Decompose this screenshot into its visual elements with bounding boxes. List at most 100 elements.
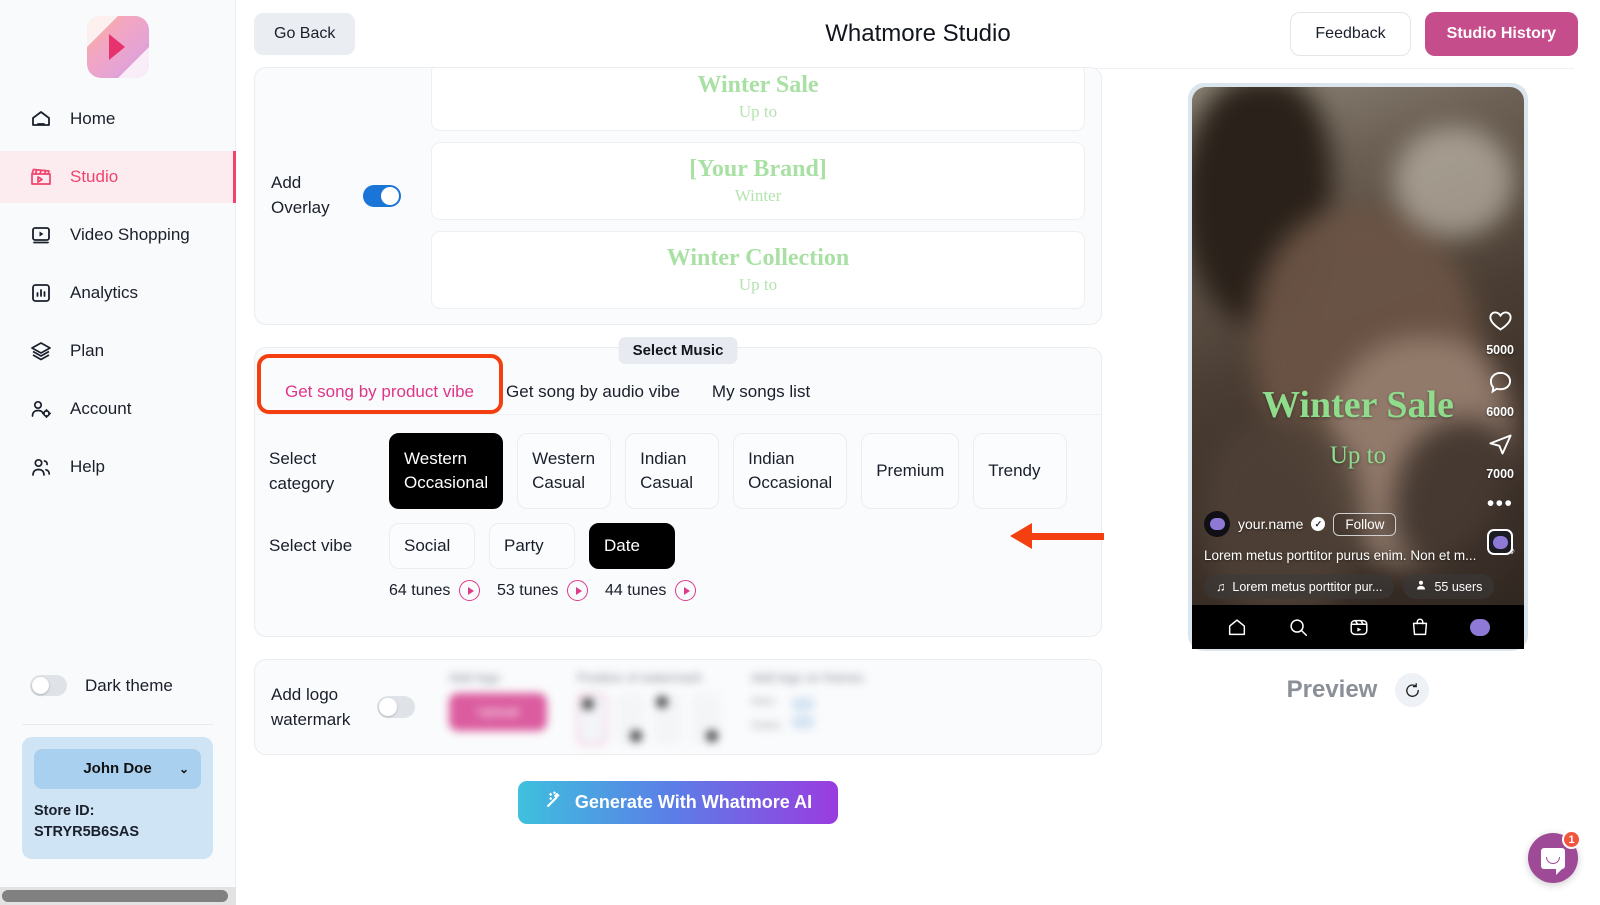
category-chip-western-casual[interactable]: Western Casual [517, 433, 612, 509]
sidebar-item-help[interactable]: Help [0, 441, 235, 493]
music-pill[interactable]: ♫ Lorem metus porttitor pur... [1204, 574, 1395, 599]
preview-action-rail: 5000 6000 7000 ••• ♪ [1486, 307, 1515, 557]
chat-bubble-icon [1541, 847, 1565, 875]
store-id-value: STRYR5B6SAS [34, 823, 140, 840]
intercom-chat-button[interactable]: 1 [1528, 830, 1581, 883]
frames-toggle[interactable] [791, 714, 816, 729]
add-logo-on-frames-caption: Add logo on frames [751, 669, 864, 685]
category-chip-indian-occasional[interactable]: Indian Occasional [733, 433, 848, 509]
tab-get-song-by-product-vibe[interactable]: Get song by product vibe [269, 370, 490, 414]
share-count: 7000 [1486, 467, 1514, 481]
overlay-option-title: [Your Brand] [689, 156, 827, 182]
position-option[interactable] [577, 692, 607, 745]
topbar-actions: Feedback Studio History [1290, 12, 1578, 56]
shop-bag-icon[interactable] [1409, 616, 1431, 638]
position-option[interactable] [615, 692, 645, 745]
add-logo-watermark-toggle[interactable] [377, 696, 415, 718]
overlay-option-title: Winter Collection [666, 245, 850, 271]
frames-toggles: Intro Outro [751, 693, 864, 733]
overlay-option-sub: Up to [738, 102, 778, 121]
like-count: 5000 [1486, 343, 1514, 357]
scrollbar-thumb[interactable] [2, 890, 228, 902]
preview-username: your.name [1238, 516, 1304, 532]
generate-button-label: Generate With Whatmore AI [574, 792, 813, 812]
category-chip-premium[interactable]: Premium [861, 433, 960, 509]
select-music-section: Select Music Get song by product vibe Ge… [254, 337, 1104, 637]
category-chip-western-occasional[interactable]: Western Occasional [389, 433, 504, 509]
position-option[interactable] [653, 692, 683, 745]
generate-button-row: Generate With Whatmore AI [254, 781, 1102, 824]
play-icon[interactable] [675, 580, 697, 601]
video-play-icon [28, 222, 54, 248]
users-pill[interactable]: 55 users [1403, 574, 1495, 599]
sidebar-item-home[interactable]: Home [0, 93, 235, 145]
content-area: Add Overlay Winter Sale Up to [Your Bran… [236, 67, 1600, 905]
position-of-watermark-caption: Position of watermark [577, 669, 702, 685]
tab-my-songs-list[interactable]: My songs list [696, 370, 826, 414]
overlay-option-sub: Winter [734, 186, 782, 205]
add-overlay-section: Add Overlay Winter Sale Up to [Your Bran… [254, 67, 1102, 325]
add-logo-watermark-label: Add logo watermark [271, 684, 351, 730]
person-icon [1415, 579, 1427, 594]
studio-history-button[interactable]: Studio History [1424, 12, 1578, 56]
profile-icon[interactable] [1470, 618, 1491, 636]
settings-column: Add Overlay Winter Sale Up to [Your Bran… [236, 67, 1116, 905]
watermark-options-disabled: Add logo Upload Position of watermark Ad… [449, 670, 1085, 745]
sidebar-item-label: Studio [70, 167, 119, 186]
refresh-icon[interactable] [1395, 673, 1430, 707]
more-dots-icon[interactable]: ••• [1487, 493, 1514, 514]
dark-theme-label: Dark theme [85, 675, 173, 695]
overlay-option[interactable]: [Your Brand] Winter [431, 142, 1085, 220]
home-icon[interactable] [1226, 616, 1248, 638]
overlay-option[interactable]: Winter Sale Up to [431, 68, 1085, 131]
generate-with-whatmore-ai-button[interactable]: Generate With Whatmore AI [517, 781, 839, 824]
sidebar-item-account[interactable]: Account [0, 383, 235, 435]
tunes-count: 64 tunes [389, 581, 451, 599]
preview-overlay-subtitle: Up to [1329, 442, 1387, 469]
category-chip-indian-casual[interactable]: Indian Casual [625, 433, 720, 509]
phone-frame: Winter Sale Up to 5000 6000 7000 ••• ♪ y… [1188, 83, 1528, 651]
preview-pills: ♫ Lorem metus porttitor pur... 55 users [1204, 574, 1495, 599]
tunes-counts-row: 64 tunes 53 tunes 44 tunes [255, 580, 1101, 601]
follow-button[interactable]: Follow [1333, 512, 1397, 536]
overlay-option[interactable]: Winter Collection Up to [431, 231, 1085, 309]
sidebar-item-label: Account [70, 399, 132, 418]
sidebar-item-analytics[interactable]: Analytics [0, 267, 235, 319]
frames-toggle[interactable] [791, 696, 816, 711]
search-icon[interactable] [1287, 616, 1309, 638]
sidebar-item-plan[interactable]: Plan [0, 325, 235, 377]
reels-icon[interactable] [1348, 616, 1370, 638]
upload-logo-button[interactable]: Upload [449, 692, 547, 731]
category-chip-trendy[interactable]: Trendy [973, 433, 1068, 509]
go-back-button[interactable]: Go Back [254, 13, 356, 55]
magic-wand-icon [544, 790, 564, 815]
sidebar-item-video-shopping[interactable]: Video Shopping [0, 209, 235, 261]
store-id-label: Store ID: [34, 802, 95, 819]
feedback-button[interactable]: Feedback [1290, 12, 1411, 56]
add-overlay-label: Add Overlay [271, 173, 330, 217]
music-tabs: Get song by product vibe Get song by aud… [255, 348, 1101, 415]
vibe-chip-party[interactable]: Party [489, 523, 575, 569]
user-select-dropdown[interactable]: John Doe ⌄ [34, 748, 201, 789]
sidebar-item-label: Analytics [70, 283, 139, 302]
bar-chart-icon [28, 280, 54, 306]
sidebar-horizontal-scrollbar[interactable] [0, 887, 236, 905]
clapperboard-icon [28, 164, 54, 190]
add-overlay-toggle[interactable] [363, 185, 401, 207]
position-option[interactable] [691, 692, 721, 745]
vibe-chip-social[interactable]: Social [389, 523, 475, 569]
tab-get-song-by-audio-vibe[interactable]: Get song by audio vibe [490, 370, 696, 414]
logo-container [0, 0, 235, 90]
add-logo-group: Add logo Upload [449, 670, 547, 745]
play-icon[interactable] [567, 580, 589, 601]
play-icon[interactable] [459, 580, 481, 601]
vibe-chip-date[interactable]: Date [589, 523, 675, 569]
comment-icon[interactable] [1487, 369, 1514, 401]
sidebar-item-studio[interactable]: Studio [0, 151, 236, 203]
tunes-count: 44 tunes [605, 581, 667, 599]
share-icon[interactable] [1487, 431, 1514, 463]
pointer-arrow-annotation [1010, 523, 1104, 549]
dark-theme-toggle[interactable] [30, 675, 67, 697]
heart-icon[interactable] [1487, 307, 1514, 339]
verified-badge-icon: ✓ [1311, 517, 1326, 531]
